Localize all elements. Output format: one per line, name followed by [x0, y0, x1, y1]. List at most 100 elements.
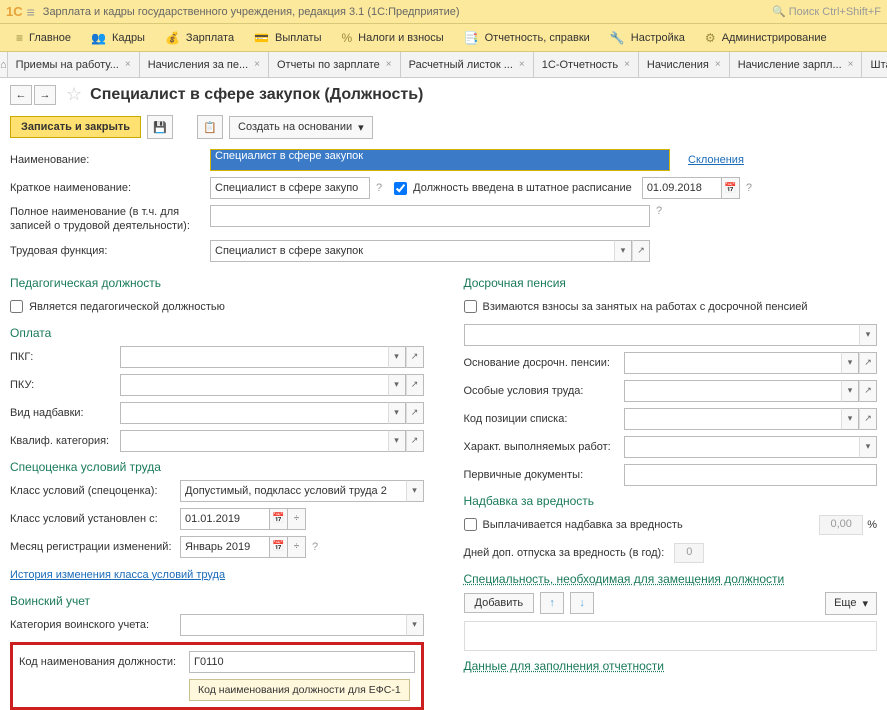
close-icon[interactable]: ×: [386, 59, 392, 70]
dropdown-icon[interactable]: ▾: [859, 436, 877, 458]
pku-field[interactable]: [120, 374, 388, 396]
menu-taxes[interactable]: %Налоги и взносы: [332, 24, 454, 52]
schedule-date-field[interactable]: [642, 177, 722, 199]
is-ped-checkbox[interactable]: [10, 300, 23, 313]
move-down-button[interactable]: ↓: [570, 592, 594, 614]
early-basis-field[interactable]: [624, 352, 842, 374]
stepper-icon[interactable]: ÷: [288, 508, 306, 530]
dropdown-icon[interactable]: ▾: [388, 346, 406, 368]
early-type-field[interactable]: [464, 324, 860, 346]
help-icon[interactable]: ?: [376, 182, 382, 194]
nav-forward[interactable]: →: [34, 85, 56, 105]
tab-8[interactable]: Штатное расписание×: [862, 52, 887, 77]
open-icon[interactable]: ↗: [859, 352, 877, 374]
class-from-field[interactable]: [180, 508, 270, 530]
calendar-icon[interactable]: 📅: [270, 536, 288, 558]
close-icon[interactable]: ×: [519, 59, 525, 70]
qualif-label: Квалиф. категория:: [10, 435, 120, 447]
history-link[interactable]: История изменения класса условий труда: [10, 569, 225, 581]
full-name-field[interactable]: [210, 205, 650, 227]
open-icon[interactable]: ↗: [406, 374, 424, 396]
tab-1[interactable]: Приемы на работу...×: [8, 52, 140, 77]
dropdown-icon[interactable]: ▾: [388, 430, 406, 452]
stepper-icon[interactable]: ÷: [288, 536, 306, 558]
menu-settings[interactable]: 🔧Настройка: [600, 24, 695, 52]
work-nature-field[interactable]: [624, 436, 860, 458]
menu-salary[interactable]: 💰Зарплата: [155, 24, 244, 52]
allowance-field[interactable]: [120, 402, 388, 424]
close-icon[interactable]: ×: [624, 59, 630, 70]
list-pos-code-field[interactable]: [624, 408, 842, 430]
dropdown-icon[interactable]: ▾: [614, 240, 632, 262]
dropdown-icon[interactable]: ▾: [406, 614, 424, 636]
section-specialty[interactable]: Специальность, необходимая для замещения…: [464, 572, 878, 586]
class-spec-field[interactable]: [180, 480, 406, 502]
dropdown-icon[interactable]: ▾: [388, 402, 406, 424]
close-icon[interactable]: ×: [848, 59, 854, 70]
declensions-link[interactable]: Склонения: [688, 154, 744, 166]
open-icon[interactable]: ↗: [632, 240, 650, 262]
qualif-field[interactable]: [120, 430, 388, 452]
help-icon[interactable]: ?: [312, 541, 318, 553]
labor-func-field[interactable]: [210, 240, 614, 262]
tab-3[interactable]: Отчеты по зарплате×: [269, 52, 401, 77]
open-icon[interactable]: ↗: [406, 346, 424, 368]
tab-2[interactable]: Начисления за пе...×: [140, 52, 269, 77]
nav-back[interactable]: ←: [10, 85, 32, 105]
save-close-button[interactable]: Записать и закрыть: [10, 116, 141, 138]
code-pos-field[interactable]: [189, 651, 415, 673]
pkg-field[interactable]: [120, 346, 388, 368]
hamburger-icon[interactable]: ≡: [27, 4, 35, 20]
calendar-icon[interactable]: 📅: [270, 508, 288, 530]
tab-7[interactable]: Начисление зарпл...×: [730, 52, 863, 77]
save-button[interactable]: 💾: [147, 115, 173, 139]
early-contrib-checkbox[interactable]: [464, 300, 477, 313]
dropdown-icon[interactable]: ▾: [859, 324, 877, 346]
dropdown-icon[interactable]: ▾: [841, 380, 859, 402]
add-button[interactable]: Добавить: [464, 593, 535, 613]
mil-cat-field[interactable]: [180, 614, 406, 636]
short-name-field[interactable]: [210, 177, 370, 199]
create-based-button[interactable]: Создать на основании▾: [229, 116, 373, 139]
menu-reports[interactable]: 📑Отчетность, справки: [454, 24, 600, 52]
open-icon[interactable]: ↗: [406, 430, 424, 452]
close-icon[interactable]: ×: [715, 59, 721, 70]
in-schedule-checkbox[interactable]: [394, 182, 407, 195]
dropdown-icon[interactable]: ▾: [388, 374, 406, 396]
specialty-list[interactable]: [464, 621, 878, 651]
close-icon[interactable]: ×: [254, 59, 260, 70]
tab-5[interactable]: 1С-Отчетность×: [534, 52, 639, 77]
special-cond-field[interactable]: [624, 380, 842, 402]
tab-4[interactable]: Расчетный листок ...×: [401, 52, 534, 77]
open-icon[interactable]: ↗: [859, 380, 877, 402]
section-pedagogical: Педагогическая должность: [10, 276, 424, 290]
class-from-label: Класс условий установлен с:: [10, 513, 180, 525]
more-button[interactable]: Еще▾: [825, 592, 877, 615]
open-icon[interactable]: ↗: [859, 408, 877, 430]
list-button[interactable]: 📋: [197, 115, 223, 139]
favorite-icon[interactable]: ☆: [66, 84, 82, 105]
menu-payments[interactable]: 💳Выплаты: [244, 24, 331, 52]
global-search[interactable]: Поиск Ctrl+Shift+F: [772, 5, 881, 18]
help-icon[interactable]: ?: [656, 205, 662, 217]
home-tab[interactable]: ⌂: [0, 52, 8, 77]
menu-main[interactable]: ≡Главное: [6, 24, 81, 52]
dropdown-icon[interactable]: ▾: [841, 352, 859, 374]
reg-month-field[interactable]: [180, 536, 270, 558]
tab-6[interactable]: Начисления×: [639, 52, 730, 77]
menu-admin[interactable]: ⚙Администрирование: [695, 24, 837, 52]
hazard-checkbox[interactable]: [464, 518, 477, 531]
menu-staff[interactable]: 👥Кадры: [81, 24, 155, 52]
in-schedule-label: Должность введена в штатное расписание: [413, 182, 632, 194]
section-report-data[interactable]: Данные для заполнения отчетности: [464, 659, 878, 673]
open-icon[interactable]: ↗: [406, 402, 424, 424]
dropdown-icon[interactable]: ▾: [406, 480, 424, 502]
close-icon[interactable]: ×: [125, 59, 131, 70]
move-up-button[interactable]: ↑: [540, 592, 564, 614]
help-icon[interactable]: ?: [746, 182, 752, 194]
code-pos-label: Код наименования должности:: [19, 656, 189, 668]
calendar-icon[interactable]: 📅: [722, 177, 740, 199]
primary-docs-field[interactable]: [624, 464, 878, 486]
name-field[interactable]: Специалист в сфере закупок: [210, 149, 670, 171]
dropdown-icon[interactable]: ▾: [841, 408, 859, 430]
